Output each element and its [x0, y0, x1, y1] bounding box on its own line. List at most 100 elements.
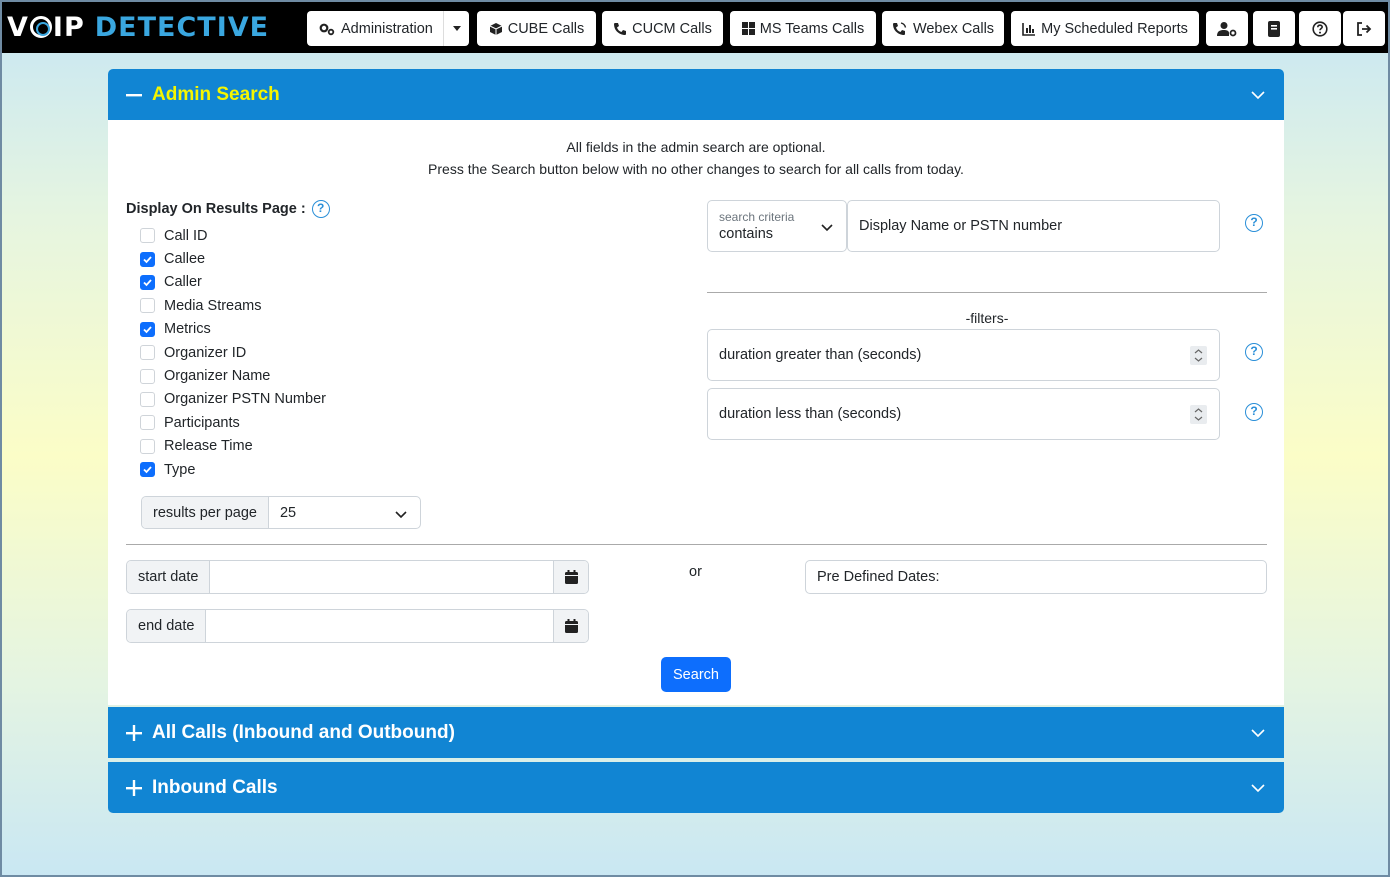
question-circle-icon — [1312, 20, 1328, 37]
webex-calls-button[interactable]: Webex Calls — [882, 11, 1004, 46]
start-date-calendar-button[interactable] — [553, 561, 588, 593]
checkbox[interactable] — [140, 345, 155, 361]
search-criteria-select[interactable]: search criteria contains — [707, 200, 847, 252]
checkbox-label: Caller — [164, 274, 202, 291]
intro-line-2: Press the Search button below with no ot… — [428, 161, 964, 177]
my-scheduled-reports-button[interactable]: My Scheduled Reports — [1011, 11, 1199, 46]
chart-line-icon — [1022, 22, 1036, 36]
display-column-option[interactable]: Caller — [140, 271, 326, 294]
user-settings-button[interactable] — [1206, 11, 1248, 46]
cube-calls-label: CUBE Calls — [507, 20, 585, 37]
spinner-icon[interactable] — [1190, 405, 1207, 424]
check-icon — [143, 279, 152, 287]
display-column-option[interactable]: Organizer PSTN Number — [140, 388, 326, 411]
admin-search-panel-header[interactable]: Admin Search — [108, 69, 1284, 120]
caret-down-icon — [452, 26, 461, 31]
display-column-option[interactable]: Metrics — [140, 318, 326, 341]
display-column-option[interactable]: Media Streams — [140, 294, 326, 317]
ms-teams-calls-button[interactable]: MS Teams Calls — [730, 11, 876, 46]
chevron-down-icon — [395, 511, 407, 519]
filters-label: -filters- — [965, 310, 1009, 326]
checkbox[interactable] — [140, 368, 155, 384]
display-column-option[interactable]: Release Time — [140, 435, 326, 458]
calendar-icon — [564, 619, 578, 633]
search-button[interactable]: Search — [661, 657, 731, 692]
chevron-down-icon — [1250, 780, 1266, 799]
display-column-option[interactable]: Callee — [140, 247, 326, 270]
start-date-group: start date — [126, 560, 589, 594]
search-criteria-value: contains — [719, 226, 774, 242]
cube-icon — [489, 22, 502, 35]
ms-teams-calls-label: MS Teams Calls — [759, 20, 865, 37]
checkbox-label: Call ID — [164, 227, 208, 244]
predefined-dates-select[interactable]: Pre Defined Dates: — [805, 560, 1267, 594]
plus-icon — [126, 724, 142, 741]
checkbox-label: Organizer ID — [164, 344, 247, 361]
checkbox[interactable] — [140, 391, 155, 407]
inbound-calls-panel-header[interactable]: Inbound Calls — [108, 762, 1284, 813]
divider — [126, 544, 1267, 545]
chevron-down-icon — [821, 224, 833, 232]
minus-icon — [126, 87, 142, 103]
display-column-option[interactable]: Organizer ID — [140, 341, 326, 364]
end-date-calendar-button[interactable] — [553, 610, 588, 642]
checkbox-label: Release Time — [164, 438, 253, 455]
book-icon — [1268, 20, 1280, 37]
admin-search-title: Admin Search — [152, 83, 280, 105]
cucm-calls-button[interactable]: CUCM Calls — [602, 11, 723, 46]
display-column-option[interactable]: Organizer Name — [140, 364, 326, 387]
all-calls-title: All Calls (Inbound and Outbound) — [152, 721, 455, 743]
duration-less-than-placeholder: duration less than (seconds) — [719, 406, 902, 422]
all-calls-panel-header[interactable]: All Calls (Inbound and Outbound) — [108, 707, 1284, 758]
checkbox-label: Callee — [164, 251, 206, 268]
or-label: or — [689, 564, 702, 580]
display-column-option[interactable]: Type — [140, 458, 326, 481]
my-scheduled-reports-label: My Scheduled Reports — [1041, 20, 1188, 37]
help-button[interactable] — [1299, 11, 1341, 46]
display-on-results-label: Display On Results Page : ? — [126, 200, 330, 218]
administration-caret-button[interactable] — [443, 11, 469, 46]
search-text-input[interactable]: Display Name or PSTN number — [847, 200, 1220, 252]
checkbox[interactable] — [140, 462, 155, 478]
results-per-page-select[interactable]: 25 — [269, 497, 420, 528]
search-criteria-label: search criteria — [719, 210, 795, 224]
administration-dropdown[interactable]: Administration — [307, 11, 469, 46]
checkbox-label: Organizer Name — [164, 368, 271, 385]
sign-out-icon — [1357, 21, 1372, 36]
chevron-down-icon — [1250, 725, 1266, 744]
question-circle-icon[interactable]: ? — [311, 200, 330, 218]
logout-button[interactable] — [1343, 11, 1385, 46]
question-circle-icon[interactable]: ? — [1245, 403, 1263, 421]
display-column-option[interactable]: Participants — [140, 411, 326, 434]
logo-text-ip: IP — [52, 11, 85, 43]
administration-label: Administration — [341, 20, 433, 37]
question-circle-icon[interactable]: ? — [1245, 343, 1263, 361]
checkbox-label: Organizer PSTN Number — [164, 391, 326, 408]
checkbox[interactable] — [140, 228, 155, 244]
checkbox[interactable] — [140, 438, 155, 454]
phone-icon — [614, 22, 627, 35]
app-logo[interactable]: V IP DETECTIVE — [7, 8, 269, 46]
display-column-option[interactable]: Call ID — [140, 224, 326, 247]
manual-button[interactable] — [1253, 11, 1295, 46]
checkbox[interactable] — [140, 321, 155, 337]
checkbox[interactable] — [140, 274, 155, 290]
checkbox-label: Type — [164, 461, 196, 478]
duration-greater-than-input[interactable]: duration greater than (seconds) — [707, 329, 1220, 381]
start-date-input[interactable] — [210, 561, 553, 593]
duration-less-than-input[interactable]: duration less than (seconds) — [707, 388, 1220, 440]
question-circle-icon[interactable]: ? — [1245, 214, 1263, 232]
admin-search-body: All fields in the admin search are optio… — [108, 120, 1284, 705]
results-per-page-label: results per page — [142, 497, 269, 528]
end-date-input[interactable] — [206, 610, 553, 642]
checkbox[interactable] — [140, 251, 155, 267]
checkbox[interactable] — [140, 298, 155, 314]
cube-calls-button[interactable]: CUBE Calls — [477, 11, 596, 46]
phone-volume-icon — [892, 21, 907, 35]
duration-greater-than-placeholder: duration greater than (seconds) — [719, 347, 922, 363]
intro-line-1: All fields in the admin search are optio… — [566, 139, 826, 155]
top-navbar: V IP DETECTIVE Administration CUBE Calls… — [2, 2, 1388, 53]
checkbox[interactable] — [140, 415, 155, 431]
start-date-label: start date — [127, 561, 211, 593]
spinner-icon[interactable] — [1190, 346, 1207, 365]
